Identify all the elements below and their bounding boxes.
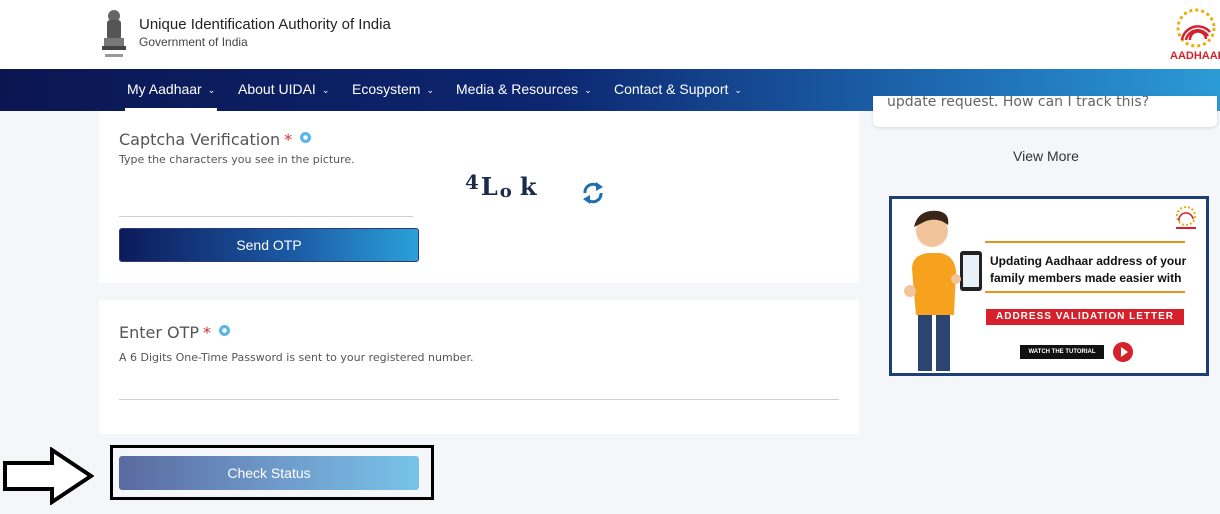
chevron-down-icon: ⌄ xyxy=(584,85,592,95)
arrow-right-icon xyxy=(3,447,94,505)
banner-headline-1: Updating Aadhaar address of your xyxy=(990,254,1187,268)
banner-rule-bottom xyxy=(985,291,1185,293)
info-icon[interactable] xyxy=(219,325,231,336)
address-validation-banner[interactable]: Updating Aadhaar address of your family … xyxy=(889,196,1209,376)
chevron-down-icon: ⌄ xyxy=(207,85,216,95)
nav-my-aadhaar[interactable]: My Aadhaar ⌄ xyxy=(124,69,218,111)
otp-hint: A 6 Digits One-Time Password is sent to … xyxy=(119,351,474,364)
banner-rule-top xyxy=(985,241,1185,243)
aadhaar-small-logo-icon xyxy=(1176,206,1196,229)
captcha-input[interactable] xyxy=(119,216,413,217)
nav-contact-support[interactable]: Contact & Support ⌄ xyxy=(614,69,742,111)
refresh-captcha-icon[interactable] xyxy=(580,179,606,207)
faq-question: update request. How can I track this? xyxy=(887,96,1150,110)
aadhaar-logo[interactable]: AADHAAR xyxy=(1160,6,1220,64)
watch-tutorial-label[interactable]: WATCH THE TUTORIAL xyxy=(1020,345,1104,359)
svg-text:AADHAAR: AADHAAR xyxy=(1170,50,1220,62)
chevron-down-icon: ⌄ xyxy=(734,85,742,95)
play-icon[interactable] xyxy=(1113,342,1133,362)
required-marker: * xyxy=(203,323,212,342)
otp-title: Enter OTP * xyxy=(119,323,231,342)
nav-media-resources[interactable]: Media & Resources ⌄ xyxy=(456,69,592,111)
person-illustration-icon xyxy=(904,210,982,371)
site-header: Unique Identification Authority of India… xyxy=(0,0,1220,69)
org-subtitle: Government of India xyxy=(139,35,248,49)
chevron-down-icon: ⌄ xyxy=(426,85,435,95)
check-status-button[interactable]: Check Status xyxy=(119,456,419,490)
nav-about-uidai[interactable]: About UIDAI ⌄ xyxy=(238,69,329,111)
banner-headline-2: family members made easier with xyxy=(990,271,1182,285)
captcha-image: 4Lo k xyxy=(465,170,539,202)
required-marker: * xyxy=(284,130,293,149)
faq-item[interactable]: update request. How can I track this? xyxy=(873,96,1217,127)
captcha-hint: Type the characters you see in the pictu… xyxy=(119,153,355,166)
info-icon[interactable] xyxy=(300,132,312,143)
nav-ecosystem[interactable]: Ecosystem ⌄ xyxy=(352,69,434,111)
otp-card xyxy=(99,300,859,434)
banner-tag: ADDRESS VALIDATION LETTER xyxy=(986,309,1184,325)
national-emblem-icon xyxy=(102,10,126,57)
org-name: Unique Identification Authority of India xyxy=(139,16,391,33)
otp-input[interactable] xyxy=(119,399,839,400)
captcha-title: Captcha Verification * xyxy=(119,130,312,149)
chevron-down-icon: ⌄ xyxy=(321,85,330,95)
send-otp-button[interactable]: Send OTP xyxy=(119,228,419,262)
view-more-link[interactable]: View More xyxy=(1013,148,1079,164)
